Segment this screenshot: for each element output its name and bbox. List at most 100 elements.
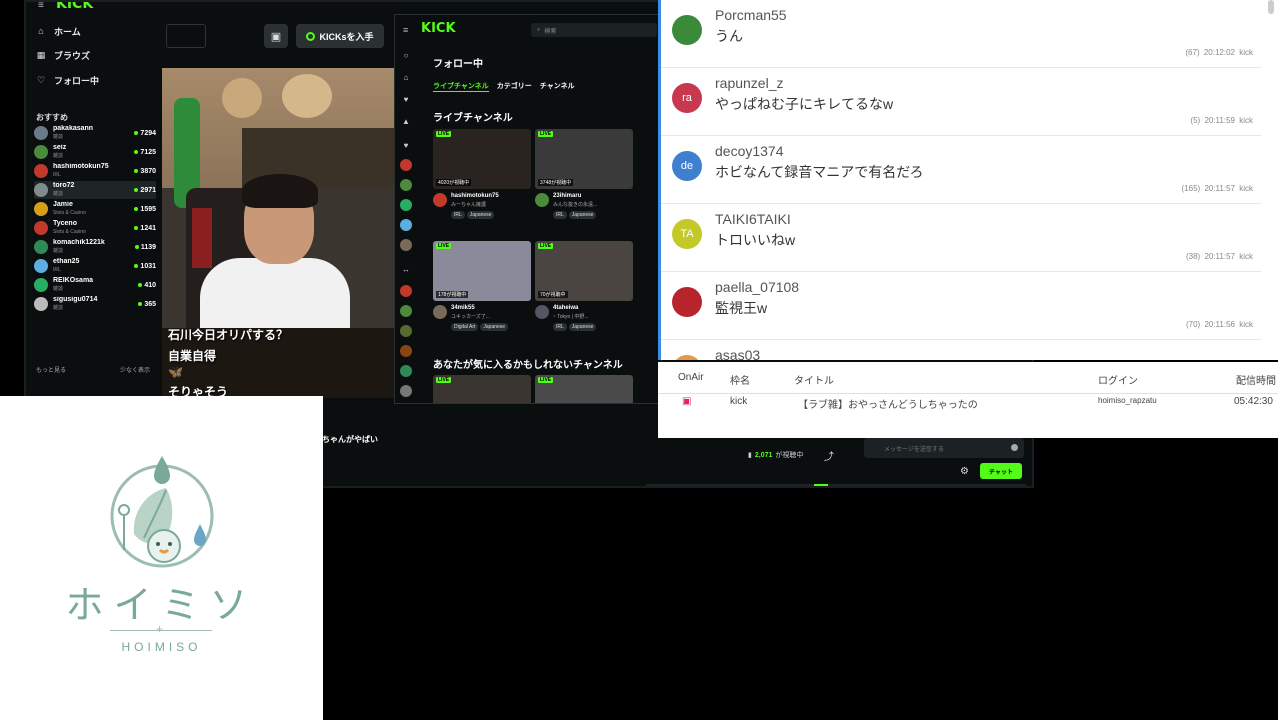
chat-message[interactable]: asas03 (661, 340, 1261, 360)
sidebar-channel[interactable]: pakakasann 雑談 7294 (34, 124, 156, 142)
sidebar-channel[interactable]: komachik1221k 雑談 1139 (34, 238, 156, 256)
sidebar-channel[interactable]: sigusigu0714 雑談 365 (34, 295, 156, 313)
channel-viewers: 365 (138, 301, 156, 308)
chat-message[interactable]: de decoy1374 ホビなんて録音マニアで有名だろ (165) 20:11:57… (661, 136, 1261, 204)
nav-browse[interactable]: ▦ ブラウズ (36, 46, 90, 64)
tag[interactable]: IRL (553, 211, 567, 219)
tab-categories[interactable]: カテゴリー (497, 81, 532, 92)
heart-icon[interactable]: ♥ (401, 141, 411, 151)
chat-input[interactable]: メッセージを送信する (864, 438, 1024, 458)
channel-viewers: 7294 (134, 130, 156, 137)
get-kicks-button[interactable]: KICKsを入手 (296, 24, 384, 48)
avatar[interactable] (400, 179, 412, 191)
tabs: ライブチャンネル カテゴリー チャンネル (433, 81, 575, 92)
live-channel-info[interactable]: hashimotokun75 みーちゃん擁護 IRL Japanese (433, 191, 531, 221)
avatar[interactable] (400, 239, 412, 251)
avatar[interactable] (400, 199, 412, 211)
gear-icon[interactable]: ⚙ (960, 466, 969, 477)
video-player[interactable]: 石川今日オリパする？ 自業自得 🦋 そりゃそう (162, 68, 402, 398)
chat-message[interactable]: paella_07108 監視王w (70) 20:11:56 kick (661, 272, 1261, 340)
compass-icon[interactable]: ○ (401, 51, 411, 61)
avatar[interactable] (400, 385, 412, 397)
tag[interactable]: Japanese (568, 211, 597, 219)
share-icon[interactable]: ⤴ (824, 448, 834, 463)
suggested-card[interactable]: LIVE (433, 375, 531, 403)
chat-source: kick (1239, 320, 1253, 329)
stream-info-table: OnAir 枠名 タイトル ログイン 配信時間 ▣ kick 【ラブ雑】おやっさ… (658, 362, 1278, 438)
avatar (672, 15, 702, 45)
sidebar-channel[interactable]: ethan25 IRL 1031 (34, 257, 156, 275)
emoji-icon[interactable] (1011, 444, 1018, 451)
channel-name: 23ihimaru (553, 193, 582, 199)
lock-icon[interactable]: ▲ (401, 117, 411, 127)
scrollbar[interactable] (1268, 0, 1274, 14)
app-button[interactable]: ▣ (264, 24, 288, 48)
nav-following[interactable]: ♡ フォロー中 (36, 71, 99, 89)
tag[interactable]: Japanese (568, 323, 597, 331)
tag[interactable]: IRL (451, 211, 465, 219)
avatar[interactable] (400, 325, 412, 337)
live-channel-info[interactable]: 34mik55 ユキッカーズ了... Digital Art Japanese (433, 303, 531, 333)
show-more-link[interactable]: もっと見る (36, 365, 66, 374)
stream-title: ちゃんがやばい (322, 435, 378, 444)
live-channel-thumbnail[interactable]: LIVE 178が視聴中 (433, 241, 531, 301)
show-less-link[interactable]: 少なく表示 (120, 365, 150, 374)
avatar[interactable] (400, 345, 412, 357)
nav-following-label: フォロー中 (54, 75, 100, 86)
kick-logo[interactable]: KICK (56, 2, 93, 12)
avatar (535, 305, 549, 319)
tag[interactable]: Japanese (480, 323, 509, 331)
live-channel-info[interactable]: 4taheiwa ~ Tokyo | 中野... IRL Japanese (535, 303, 633, 333)
tag[interactable]: Digital Art (451, 323, 479, 331)
channel-viewers: 1241 (134, 225, 156, 232)
chat-message[interactable]: TA TAIKI6TAIKI トロいいねw (38) 20:11:57 kick (661, 204, 1261, 272)
live-channel-thumbnail[interactable]: LIVE 70が視聴中 (535, 241, 633, 301)
sidebar-channel[interactable]: toro72 雑談 2971 (34, 181, 156, 199)
live-badge: LIVE (538, 377, 554, 383)
sidebar-channel[interactable]: Tyceno Slots & Casino 1241 (34, 219, 156, 237)
tab-live-channels[interactable]: ライブチャンネル (433, 81, 489, 92)
chat-send-button[interactable]: チャット (980, 463, 1022, 479)
avatar[interactable] (400, 219, 412, 231)
sidebar-channel[interactable]: hashimotokun75 IRL 3870 (34, 162, 156, 180)
avatar[interactable] (400, 365, 412, 377)
avatar[interactable] (400, 159, 412, 171)
tab-channels[interactable]: チャンネル (540, 81, 575, 92)
channel-viewers: 7125 (134, 149, 156, 156)
live-channel-thumbnail[interactable]: LIVE 4020が視聴中 (433, 129, 531, 189)
avatar (34, 164, 48, 178)
tag[interactable]: Japanese (466, 211, 495, 219)
nav-home[interactable]: ⌂ ホーム (36, 22, 80, 40)
search-placeholder: 検索 (544, 28, 557, 35)
live-channel-thumbnail[interactable]: LIVE 3748が視聴中 (535, 129, 633, 189)
home-icon[interactable]: ⌂ (401, 73, 411, 83)
live-channel-info[interactable]: 23ihimaru みんな抜きの永遠... IRL Japanese (535, 191, 633, 221)
arrows-icon[interactable]: ↔ (401, 265, 411, 275)
avatar[interactable] (400, 285, 412, 297)
tag[interactable]: IRL (553, 323, 567, 331)
sidebar-channel[interactable]: seiz 雑談 7125 (34, 143, 156, 161)
hamburger-menu-icon[interactable]: ≡ (38, 2, 44, 11)
chat-count: (38) (1185, 252, 1201, 261)
chat-message[interactable]: ra rapunzel_z やっぱねむ子にキレてるなw (5) 20:11:59 ki… (661, 68, 1261, 136)
sidebar-channel[interactable]: REIKOsama 雑談 410 (34, 276, 156, 294)
kick-logo[interactable]: KICK (421, 21, 456, 36)
chat-text: やっぱねむ子にキレてるなw (715, 96, 894, 112)
overlay-comment: 自業自得 (168, 349, 217, 363)
stream-title: みんな抜きの永遠... (553, 202, 598, 208)
live-badge: LIVE (436, 377, 452, 383)
chat-message[interactable]: Porcman55 うん (67) 20:12:02 kick (661, 0, 1261, 68)
sidebar-channel[interactable]: Jamie Slots & Casino 1595 (34, 200, 156, 218)
viewer-count: 70が視聴中 (538, 291, 568, 298)
channel-category: IRL (53, 172, 61, 178)
avatar[interactable] (400, 305, 412, 317)
heart-icon[interactable]: ♥ (401, 95, 411, 105)
hamburger-menu-icon[interactable]: ≡ (403, 25, 408, 35)
chat-count: (70) (1185, 320, 1201, 329)
suggested-card[interactable]: LIVE (535, 375, 633, 403)
search-input[interactable]: ⌕ 検索 (531, 23, 657, 37)
chat-meta: (67) 20:12:02 kick (1185, 48, 1253, 57)
chat-source: kick (1239, 116, 1253, 125)
search-input[interactable] (166, 24, 206, 48)
avatar (433, 305, 447, 319)
